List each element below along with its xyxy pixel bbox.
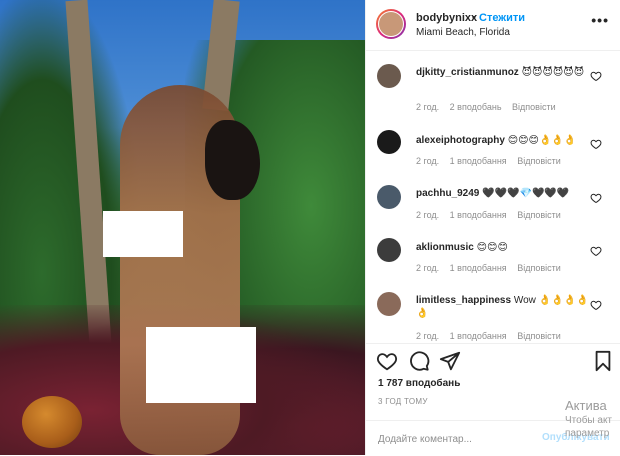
post-photo xyxy=(0,0,365,455)
reply-button[interactable]: Відповісти xyxy=(517,263,561,273)
heart-icon[interactable] xyxy=(590,299,602,311)
heart-icon[interactable] xyxy=(590,245,602,257)
follow-button[interactable]: Стежити xyxy=(479,12,525,24)
censor-box xyxy=(103,211,183,257)
coconut xyxy=(22,396,82,448)
avatar[interactable] xyxy=(376,9,406,39)
publish-button[interactable]: Опублікувати xyxy=(542,432,610,443)
comment-likes[interactable]: 1 вподобання xyxy=(450,263,507,273)
avatar[interactable] xyxy=(377,238,401,262)
reply-button[interactable]: Відповісти xyxy=(517,331,561,341)
avatar[interactable] xyxy=(377,130,401,154)
avatar[interactable] xyxy=(377,185,401,209)
separator-dot: • xyxy=(472,12,476,24)
comment-body: 😈😈😈😈😈😈 xyxy=(521,67,585,78)
comment-likes[interactable]: 1 вподобання xyxy=(450,156,507,166)
comment-username[interactable]: pachhu_9249 xyxy=(416,188,479,199)
comment-age: 2 год. xyxy=(416,210,440,220)
avatar[interactable] xyxy=(377,64,401,88)
likes-count[interactable]: 1 787 вподобань xyxy=(378,378,460,389)
comment-text: pachhu_9249 🖤🖤🖤💎🖤🖤🖤 xyxy=(416,187,596,200)
comment-text: limitless_happiness Wow 👌👌👌👌👌 xyxy=(416,294,596,320)
comment-age: 2 год. xyxy=(416,156,440,166)
post-header: bodybynixx • Стежити Miami Beach, Florid… xyxy=(366,0,620,51)
comment-text: djkitty_cristianmunoz 😈😈😈😈😈😈 xyxy=(416,66,596,79)
heart-icon[interactable] xyxy=(590,138,602,150)
censor-box xyxy=(146,327,256,403)
post-timestamp[interactable]: 3 ГОД ТОМУ xyxy=(378,397,428,406)
comment-text: aklionmusic 😊😊😊 xyxy=(416,241,596,254)
location-link[interactable]: Miami Beach, Florida xyxy=(416,27,510,38)
comment-age: 2 год. xyxy=(416,263,440,273)
comment-meta: 2 год. 1 вподобання Відповісти xyxy=(416,263,569,273)
action-bar xyxy=(366,343,620,374)
bookmark-icon[interactable] xyxy=(592,350,614,372)
heart-icon[interactable] xyxy=(590,70,602,82)
author-username[interactable]: bodybynixx xyxy=(416,12,477,24)
comment-username[interactable]: aklionmusic xyxy=(416,242,474,253)
comment-username[interactable]: djkitty_cristianmunoz xyxy=(416,67,519,78)
post-sidebar: bodybynixx • Стежити Miami Beach, Florid… xyxy=(365,0,620,455)
comment-input[interactable] xyxy=(378,431,538,447)
comment-meta: 2 год. 1 вподобання Відповісти xyxy=(416,210,569,220)
comment-body: 😊😊😊 xyxy=(476,242,508,253)
more-options-icon[interactable]: ••• xyxy=(591,12,609,28)
comments-list: djkitty_cristianmunoz 😈😈😈😈😈😈 2 год. 2 вп… xyxy=(366,50,620,341)
comment-username[interactable]: alexeiphotography xyxy=(416,135,505,146)
share-paper-plane-icon[interactable] xyxy=(439,350,461,372)
comment-text: alexeiphotography 😊😊😊👌👌👌 xyxy=(416,134,596,147)
comment-body: 😊😊😊👌👌👌 xyxy=(507,135,577,146)
comment-age: 2 год. xyxy=(416,102,440,112)
comment-meta: 2 год. 2 вподобань Відповісти xyxy=(416,102,564,112)
comment-body: 🖤🖤🖤💎🖤🖤🖤 xyxy=(482,188,570,199)
comment-bubble-icon[interactable] xyxy=(408,350,430,372)
comment-likes[interactable]: 1 вподобання xyxy=(450,210,507,220)
like-heart-icon[interactable] xyxy=(376,350,398,372)
comment-likes[interactable]: 2 вподобань xyxy=(450,102,502,112)
reply-button[interactable]: Відповісти xyxy=(512,102,556,112)
reply-button[interactable]: Відповісти xyxy=(517,210,561,220)
comment-meta: 2 год. 1 вподобання Відповісти xyxy=(416,156,569,166)
add-comment-bar: Опублікувати xyxy=(366,420,620,456)
comment-username[interactable]: limitless_happiness xyxy=(416,295,511,306)
comment-meta: 2 год. 1 вподобання Відповісти xyxy=(416,331,569,341)
avatar[interactable] xyxy=(377,292,401,316)
comment-likes[interactable]: 1 вподобання xyxy=(450,331,507,341)
heart-icon[interactable] xyxy=(590,192,602,204)
reply-button[interactable]: Відповісти xyxy=(517,156,561,166)
comment-age: 2 год. xyxy=(416,331,440,341)
